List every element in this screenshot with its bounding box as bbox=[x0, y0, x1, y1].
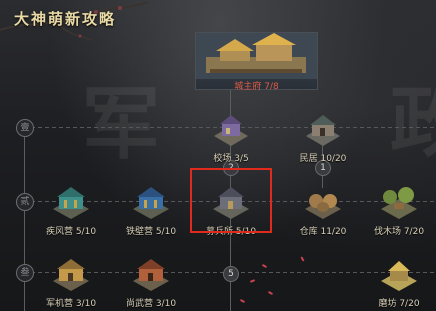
building-iron-wall-camp[interactable]: 铁壁营 5/10 bbox=[116, 181, 186, 239]
swift-wind-camp-icon bbox=[53, 187, 89, 219]
building-martial-camp[interactable]: 尚武营 3/10 bbox=[116, 253, 186, 311]
building-name: 伐木场 bbox=[373, 227, 401, 237]
petal-decoration bbox=[249, 279, 256, 283]
martial-camp-icon bbox=[133, 259, 169, 291]
building-name: 尚武营 bbox=[125, 299, 153, 309]
headquarters-card[interactable]: 城主府 7/8 bbox=[195, 32, 318, 92]
building-level: 3/10 bbox=[155, 299, 177, 309]
iron-wall-camp-icon bbox=[133, 187, 169, 219]
building-level: 3/10 bbox=[75, 299, 97, 309]
watermark-zheng: 政 bbox=[390, 77, 436, 168]
tier-1-marker: 壹 bbox=[16, 119, 34, 137]
petal-decoration bbox=[267, 290, 274, 296]
building-level: 10/20 bbox=[320, 154, 347, 164]
building-level: 11/20 bbox=[320, 227, 347, 237]
building-military-camp[interactable]: 军机营 3/10 bbox=[36, 253, 106, 311]
lumber-mill-icon bbox=[381, 187, 417, 219]
building-warehouse[interactable]: 仓库 11/20 bbox=[288, 181, 358, 239]
petal-decoration bbox=[261, 263, 268, 269]
warehouse-icon bbox=[305, 194, 341, 219]
tier-2-marker: 贰 bbox=[16, 193, 34, 211]
building-name: 疾风营 bbox=[45, 227, 73, 237]
headquarters-level: 7/8 bbox=[264, 82, 279, 92]
headquarters-label: 城主府 7/8 bbox=[196, 79, 317, 92]
building-name: 铁壁营 bbox=[125, 227, 153, 237]
requirement-number: 5 bbox=[223, 266, 239, 282]
page-title: 大神萌新攻略 bbox=[14, 10, 117, 28]
petal-decoration bbox=[300, 256, 305, 262]
building-name: 民居 bbox=[299, 154, 318, 164]
residence-icon bbox=[306, 115, 340, 146]
tier-spine-line bbox=[24, 134, 25, 311]
building-name: 校场 bbox=[213, 154, 232, 164]
game-screen: 军 政 大神萌新攻略 壹 贰 叁 2 1 5 城主府 7/8 校场 3/5 民居… bbox=[0, 0, 436, 311]
building-training-ground[interactable]: 校场 3/5 bbox=[196, 108, 266, 166]
petal-decoration bbox=[239, 298, 246, 304]
building-level: 5/10 bbox=[155, 227, 177, 237]
building-residence[interactable]: 民居 10/20 bbox=[288, 108, 358, 166]
highlight-frame bbox=[190, 168, 272, 233]
headquarters-name: 城主府 bbox=[234, 82, 262, 92]
building-name: 军机营 bbox=[45, 299, 73, 309]
military-camp-icon bbox=[53, 259, 89, 291]
building-level: 5/10 bbox=[75, 227, 97, 237]
training-ground-icon bbox=[214, 115, 248, 146]
tier-3-marker: 叁 bbox=[16, 264, 34, 282]
building-name: 磨坊 bbox=[378, 299, 397, 309]
building-level: 3/5 bbox=[234, 154, 249, 164]
building-level: 7/20 bbox=[403, 227, 425, 237]
building-mill[interactable]: 磨坊 7/20 bbox=[364, 253, 434, 311]
building-swift-wind-camp[interactable]: 疾风营 5/10 bbox=[36, 181, 106, 239]
building-lumber-mill[interactable]: 伐木场 7/20 bbox=[364, 181, 434, 239]
building-level: 7/20 bbox=[399, 299, 420, 309]
building-name: 仓库 bbox=[299, 227, 318, 237]
mill-icon bbox=[381, 261, 417, 291]
watermark-jun: 军 bbox=[82, 79, 161, 170]
palace-icon bbox=[196, 33, 317, 79]
